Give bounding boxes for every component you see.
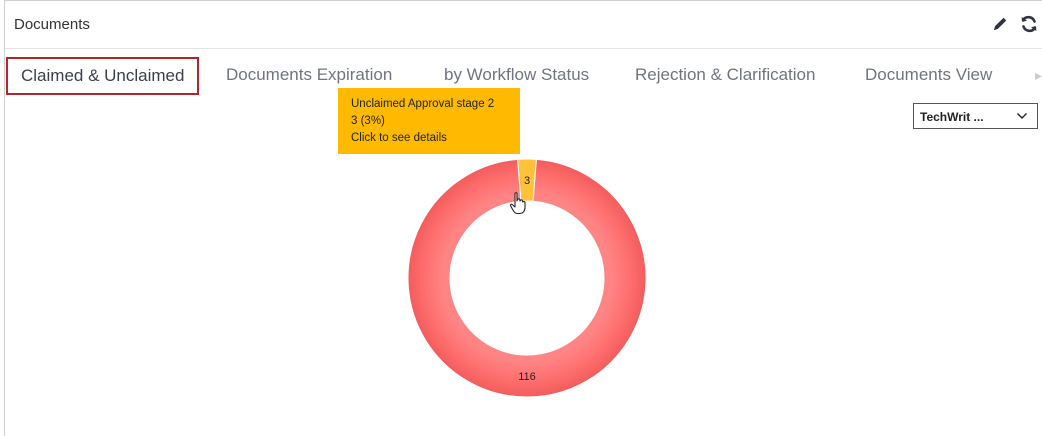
donut-slice-label-1: 116: [518, 371, 536, 383]
donut-slice-label-0: 3: [524, 175, 530, 187]
hand-cursor-icon: [509, 192, 526, 215]
tooltip-series-label: Unclaimed Approval stage 2: [351, 98, 495, 110]
tooltip-value: 3 (3%): [351, 115, 385, 127]
tooltip-hint: Click to see details: [351, 132, 447, 144]
chart-tooltip: Unclaimed Approval stage 2 3 (3%) Click …: [338, 88, 520, 154]
donut-chart: 3 116: [407, 158, 647, 398]
